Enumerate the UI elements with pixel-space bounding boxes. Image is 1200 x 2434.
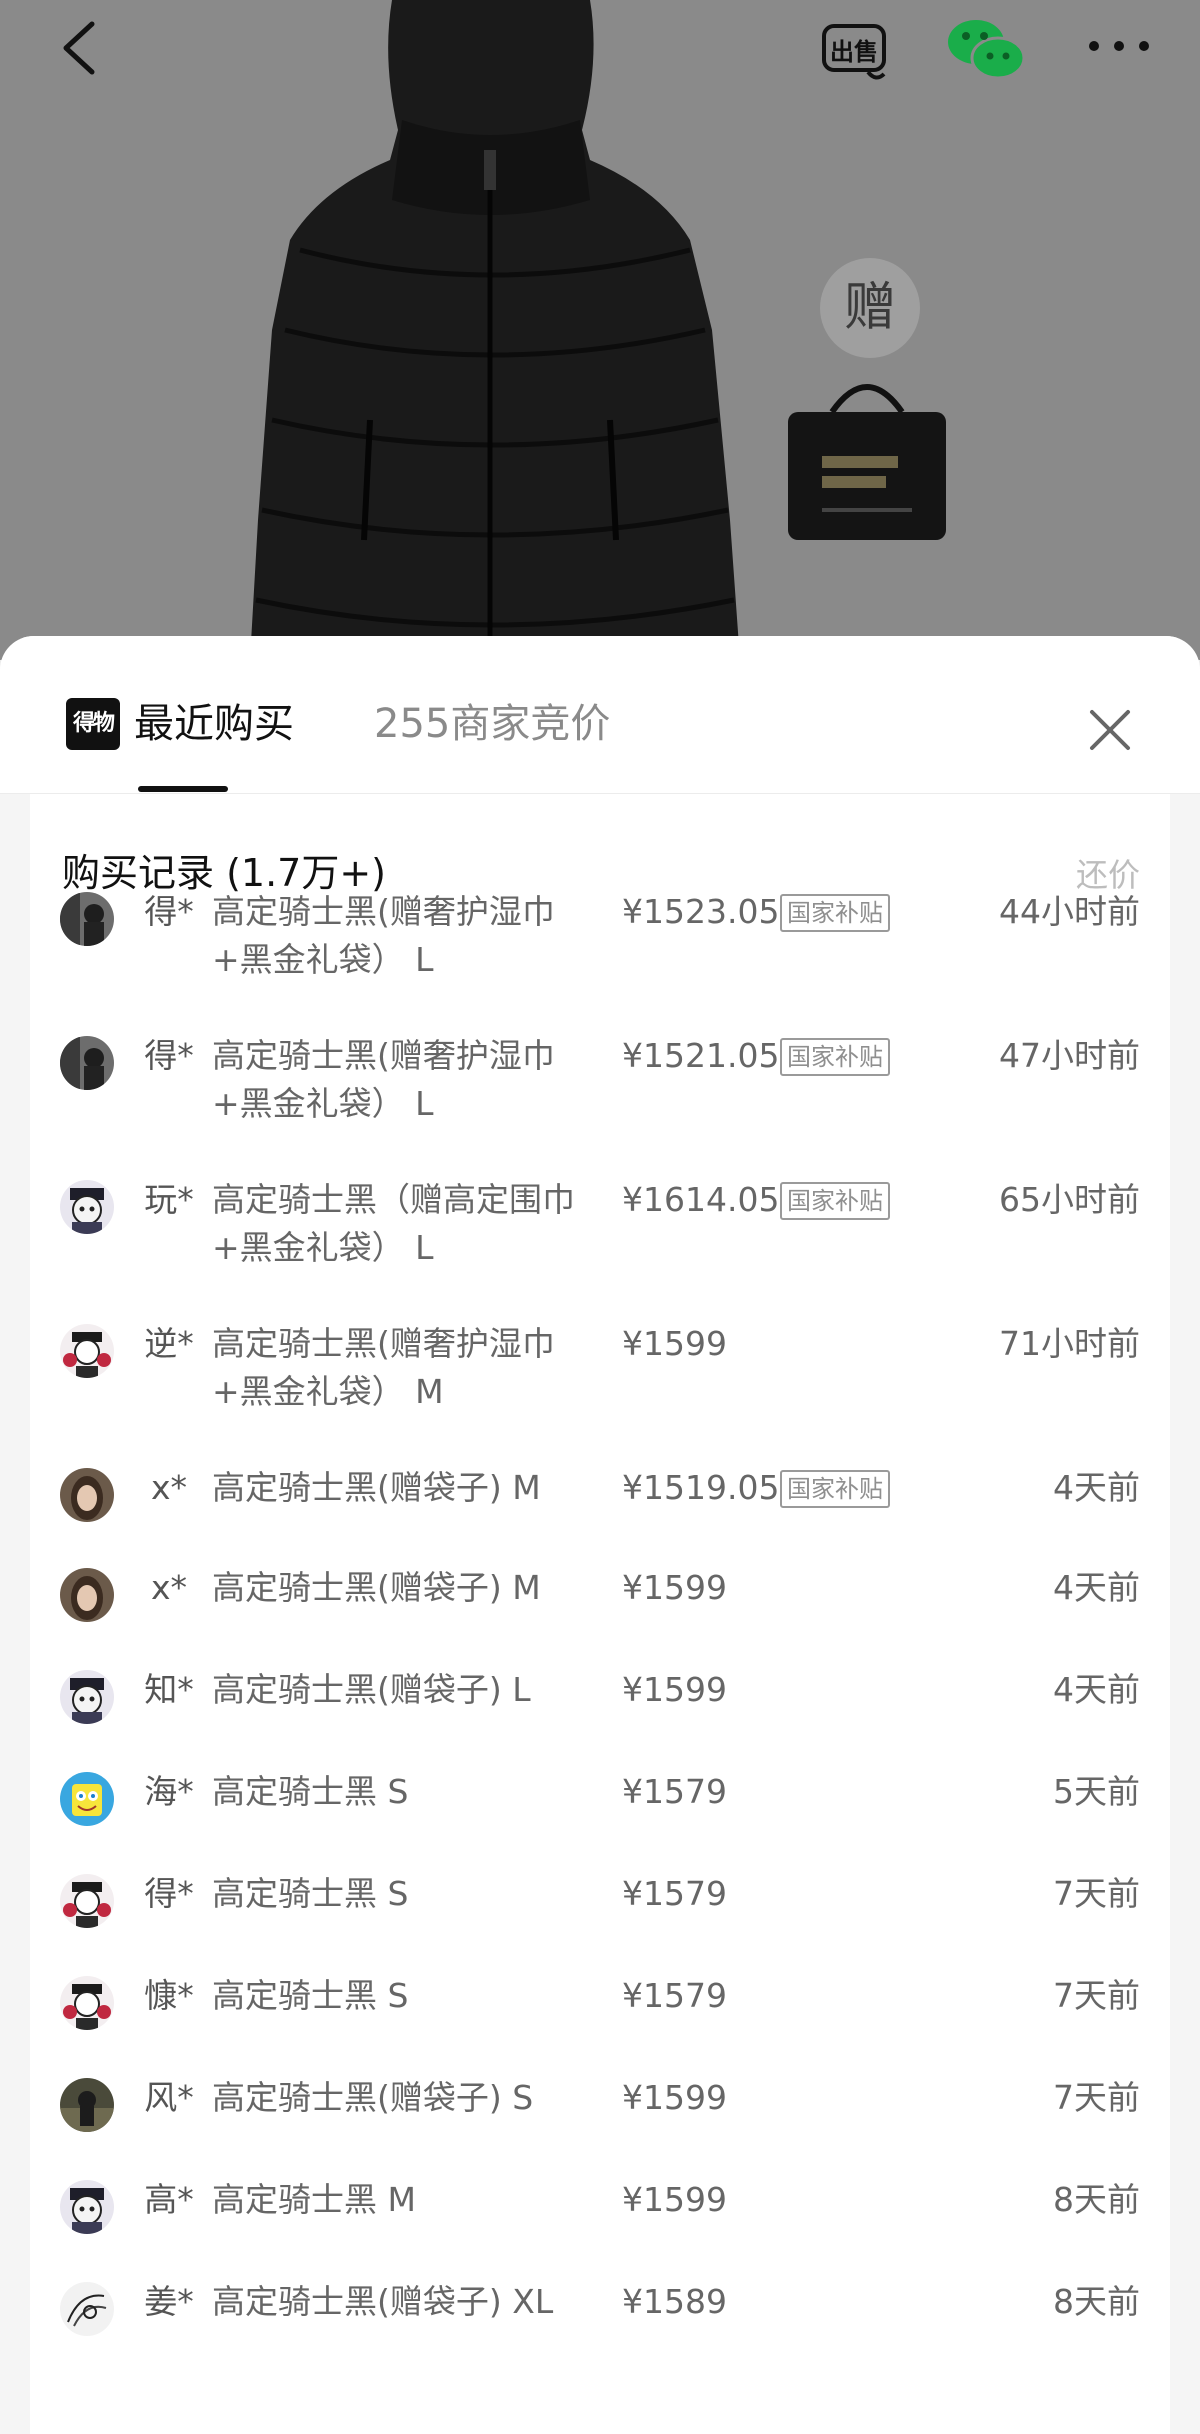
buyer-name: x*	[150, 1568, 188, 1607]
close-icon[interactable]	[1086, 706, 1134, 754]
purchase-price: ¥1589	[622, 2282, 727, 2321]
purchase-price: ¥1579	[622, 1976, 727, 2015]
buyer-name: 得*	[144, 892, 194, 931]
buyer-avatar	[60, 892, 114, 946]
purchase-records-card: 购买记录 (1.7万+) 还价 得* 高定骑士黑(赠奢护湿巾+黑金礼袋） L ¥15…	[30, 794, 1170, 2434]
purchase-time: 5天前	[1053, 1772, 1140, 1811]
purchase-record-row: x* 高定骑士黑(赠袋子) M ¥1519.05 国家补贴 4天前	[30, 1464, 1170, 1560]
buyer-avatar	[60, 2078, 114, 2132]
wechat-icon[interactable]	[946, 18, 1026, 82]
purchase-time: 7天前	[1053, 1976, 1140, 2015]
purchase-record-row: 慷* 高定骑士黑 S ¥1579 7天前	[30, 1972, 1170, 2068]
purchase-price: ¥1519.05	[622, 1468, 780, 1507]
purchase-price: ¥1521.05	[622, 1036, 780, 1075]
product-spec: 高定骑士黑（赠高定围巾+黑金礼袋） L	[212, 1180, 575, 1267]
buyer-name: 风*	[144, 2078, 194, 2117]
buyer-name: 得*	[144, 1036, 194, 1075]
product-spec: 高定骑士黑(赠袋子) L	[212, 1670, 531, 1709]
purchase-record-row: 风* 高定骑士黑(赠袋子) S ¥1599 7天前	[30, 2074, 1170, 2170]
product-spec: 高定骑士黑 M	[212, 2180, 416, 2219]
sheet-header: 得物 最近购买 255商家竞价	[0, 636, 1200, 794]
product-spec: 高定骑士黑(赠袋子) S	[212, 2078, 534, 2117]
product-spec: 高定骑士黑(赠奢护湿巾+黑金礼袋） M	[212, 1324, 555, 1411]
product-spec: 高定骑士黑 S	[212, 1874, 409, 1913]
buyer-name: 逆*	[144, 1324, 194, 1363]
purchase-record-row: 知* 高定骑士黑(赠袋子) L ¥1599 4天前	[30, 1666, 1170, 1762]
buyer-avatar	[60, 1772, 114, 1826]
gift-badge: 赠	[820, 258, 920, 358]
purchase-record-row: x* 高定骑士黑(赠袋子) M ¥1599 4天前	[30, 1564, 1170, 1660]
purchase-time: 47小时前	[999, 1036, 1140, 1075]
purchase-record-row: 姜* 高定骑士黑(赠袋子) XL ¥1589 8天前	[30, 2278, 1170, 2374]
purchase-price: ¥1579	[622, 1874, 727, 1913]
buyer-name: 慷*	[144, 1976, 194, 2015]
product-spec: 高定骑士黑(赠袋子) M	[212, 1468, 541, 1507]
tab-merchant-bids[interactable]: 255商家竞价	[374, 694, 610, 754]
purchase-price: ¥1599	[622, 1670, 727, 1709]
product-spec: 高定骑士黑(赠袋子) XL	[212, 2282, 554, 2321]
purchase-record-row: 海* 高定骑士黑 S ¥1579 5天前	[30, 1768, 1170, 1864]
purchase-time: 71小时前	[999, 1324, 1140, 1363]
product-spec: 高定骑士黑(赠奢护湿巾+黑金礼袋） L	[212, 1036, 555, 1123]
purchase-price: ¥1599	[622, 2078, 727, 2117]
purchase-time: 7天前	[1053, 2078, 1140, 2117]
buyer-avatar	[60, 1036, 114, 1090]
buyer-avatar	[60, 2180, 114, 2234]
more-icon[interactable]	[1084, 26, 1154, 66]
buyer-avatar	[60, 1976, 114, 2030]
product-spec: 高定骑士黑 S	[212, 1976, 409, 2015]
buyer-name: x*	[150, 1468, 188, 1507]
subsidy-badge: 国家补贴	[780, 1182, 890, 1220]
purchase-record-row: 高* 高定骑士黑 M ¥1599 8天前	[30, 2176, 1170, 2272]
back-icon[interactable]	[58, 18, 102, 78]
buyer-name: 海*	[144, 1772, 194, 1811]
purchase-record-row: 得* 高定骑士黑 S ¥1579 7天前	[30, 1870, 1170, 1966]
purchase-time: 8天前	[1053, 2180, 1140, 2219]
purchase-price: ¥1614.05	[622, 1180, 780, 1219]
buyer-avatar	[60, 1568, 114, 1622]
buyer-avatar	[60, 1874, 114, 1928]
product-spec: 高定骑士黑 S	[212, 1772, 409, 1811]
subsidy-badge: 国家补贴	[780, 1470, 890, 1508]
buyer-avatar	[60, 2282, 114, 2336]
buyer-name: 玩*	[144, 1180, 194, 1219]
buyer-name: 姜*	[144, 2282, 194, 2321]
purchase-record-row: 逆* 高定骑士黑(赠奢护湿巾+黑金礼袋） M ¥1599 71小时前	[30, 1320, 1170, 1416]
buyer-avatar	[60, 1468, 114, 1522]
purchase-time: 8天前	[1053, 2282, 1140, 2321]
active-tab-indicator	[138, 786, 228, 792]
tab-recent-purchases[interactable]: 最近购买	[134, 694, 294, 754]
purchase-price: ¥1579	[622, 1772, 727, 1811]
purchase-time: 4天前	[1053, 1468, 1140, 1507]
dewu-logo: 得物	[66, 698, 120, 750]
down-jacket-image	[250, 0, 740, 660]
sell-icon[interactable]: 出售	[818, 16, 890, 86]
buyer-avatar	[60, 1670, 114, 1724]
purchase-record-row: 得* 高定骑士黑(赠奢护湿巾+黑金礼袋） L ¥1521.05 国家补贴 47小时前	[30, 1032, 1170, 1128]
buyer-avatar	[60, 1324, 114, 1378]
purchase-time: 4天前	[1053, 1568, 1140, 1607]
product-spec: 高定骑士黑(赠袋子) M	[212, 1568, 541, 1607]
buyer-name: 知*	[144, 1670, 194, 1709]
subsidy-badge: 国家补贴	[780, 894, 890, 932]
purchase-sheet: 得物 最近购买 255商家竞价 购买记录 (1.7万+) 还价 得* 高定骑士黑(…	[0, 636, 1200, 2434]
gift-bag-image	[788, 384, 946, 540]
buyer-avatar	[60, 1180, 114, 1234]
purchase-price: ¥1599	[622, 1568, 727, 1607]
purchase-record-row: 得* 高定骑士黑(赠奢护湿巾+黑金礼袋） L ¥1523.05 国家补贴 44小时前	[30, 888, 1170, 984]
purchase-time: 4天前	[1053, 1670, 1140, 1709]
purchase-price: ¥1523.05	[622, 892, 780, 931]
purchase-price: ¥1599	[622, 1324, 727, 1363]
purchase-price: ¥1599	[622, 2180, 727, 2219]
svg-text:出售: 出售	[830, 38, 878, 66]
product-image-area: 出售 赠	[0, 0, 1200, 660]
buyer-name: 得*	[144, 1874, 194, 1913]
product-spec: 高定骑士黑(赠奢护湿巾+黑金礼袋） L	[212, 892, 555, 979]
buyer-name: 高*	[144, 2180, 194, 2219]
purchase-time: 44小时前	[999, 892, 1140, 931]
purchase-time: 7天前	[1053, 1874, 1140, 1913]
purchase-record-row: 玩* 高定骑士黑（赠高定围巾+黑金礼袋） L ¥1614.05 国家补贴 65小时前	[30, 1176, 1170, 1272]
purchase-time: 65小时前	[999, 1180, 1140, 1219]
subsidy-badge: 国家补贴	[780, 1038, 890, 1076]
